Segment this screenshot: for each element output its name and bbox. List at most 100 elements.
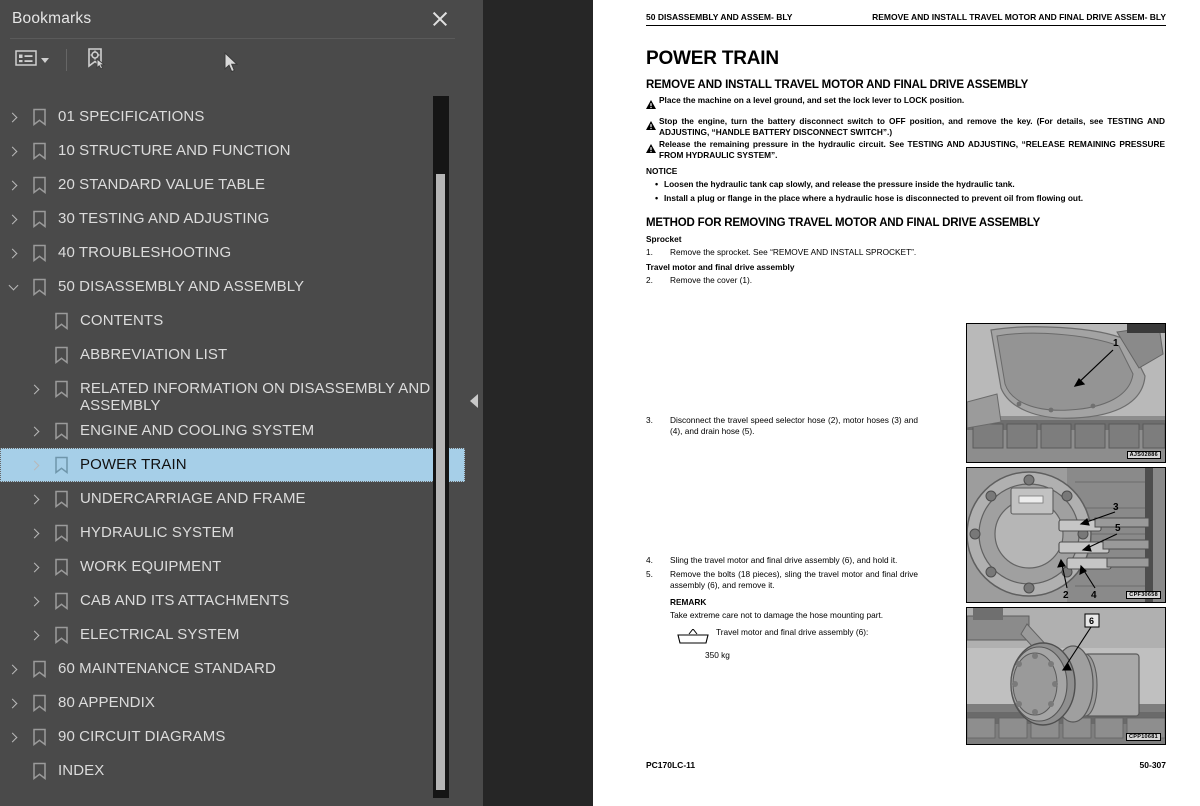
warning-item: Stop the engine, turn the battery discon… (646, 116, 1166, 137)
warning-triangle-icon (646, 116, 659, 135)
pdf-reader-window: Bookmarks 01 SPECIFICATIONS 10 STRUCTURE… (0, 0, 1200, 806)
bookmark-item[interactable]: WORK EQUIPMENT (0, 550, 465, 584)
collapse-left-icon[interactable] (470, 394, 478, 408)
document-viewer[interactable]: 50 DISASSEMBLY AND ASSEM- BLY REMOVE AND… (483, 0, 1200, 806)
bookmark-icon (48, 482, 74, 516)
bookmark-label: CONTENTS (80, 312, 164, 329)
bookmark-item[interactable]: 40 TROUBLESHOOTING (0, 236, 465, 270)
chevron-down-icon[interactable] (0, 270, 26, 304)
warning-list: Place the machine on a level ground, and… (646, 95, 1166, 160)
method-title: METHOD FOR REMOVING TRAVEL MOTOR AND FIN… (646, 216, 1041, 229)
chevron-right-icon[interactable] (22, 516, 48, 550)
running-header-right: REMOVE AND INSTALL TRAVEL MOTOR AND FINA… (872, 12, 1166, 22)
step-number: 4. (646, 555, 653, 566)
bookmark-icon (48, 338, 74, 372)
step3-block: 3. Disconnect the travel speed selector … (646, 415, 918, 555)
chevron-right-icon[interactable] (0, 720, 26, 754)
bookmark-icon (26, 236, 52, 270)
bookmark-icon (26, 652, 52, 686)
bookmark-label: 90 CIRCUIT DIAGRAMS (58, 728, 226, 745)
chevron-down-icon (41, 57, 49, 63)
header-rule (646, 25, 1166, 26)
running-header: 50 DISASSEMBLY AND ASSEM- BLY REMOVE AND… (646, 12, 1166, 23)
svg-text:6: 6 (1089, 616, 1094, 626)
chevron-right-icon[interactable] (22, 372, 48, 406)
warning-text: Release the remaining pressure in the hy… (659, 139, 1165, 160)
bookmark-item[interactable]: CONTENTS (0, 304, 465, 338)
chevron-right-icon[interactable] (22, 414, 48, 448)
bookmark-icon (26, 720, 52, 754)
subheading-assembly: Travel motor and final drive assembly (646, 262, 795, 273)
bookmark-label: HYDRAULIC SYSTEM (80, 524, 235, 541)
bookmark-item[interactable]: 10 STRUCTURE AND FUNCTION (0, 134, 465, 168)
bookmark-item[interactable]: ABBREVIATION LIST (0, 338, 465, 372)
cover-photo-image: 1 (967, 324, 1165, 462)
bookmark-item[interactable]: RELATED INFORMATION ON DISASSEMBLY AND A… (0, 372, 465, 414)
chevron-right-icon[interactable] (0, 236, 26, 270)
bookmark-item[interactable]: ENGINE AND COOLING SYSTEM (0, 414, 465, 448)
close-icon[interactable] (429, 8, 451, 30)
chevron-right-icon[interactable] (22, 448, 48, 482)
bookmark-item[interactable]: HYDRAULIC SYSTEM (0, 516, 465, 550)
bookmarks-panel: Bookmarks 01 SPECIFICATIONS 10 STRUCTURE… (0, 0, 465, 806)
warning-text: Place the machine on a level ground, and… (659, 95, 965, 105)
bookmark-label: 50 DISASSEMBLY AND ASSEMBLY (58, 278, 305, 295)
bookmark-item[interactable]: UNDERCARRIAGE AND FRAME (0, 482, 465, 516)
bookmark-item[interactable]: 20 STANDARD VALUE TABLE (0, 168, 465, 202)
bookmark-label: RELATED INFORMATION ON DISASSEMBLY AND A… (80, 380, 431, 414)
sidebar-scrollbar-thumb[interactable] (436, 174, 445, 790)
bookmark-icon (26, 270, 52, 304)
notice-item: • Install a plug or flange in the place … (646, 193, 1166, 204)
step-item: 2. Remove the cover (1). (646, 275, 918, 286)
chevron-right-icon[interactable] (22, 482, 48, 516)
bookmark-item[interactable]: 60 MAINTENANCE STANDARD (0, 652, 465, 686)
bookmark-item[interactable]: 50 DISASSEMBLY AND ASSEMBLY (0, 270, 465, 304)
chevron-right-icon[interactable] (22, 550, 48, 584)
bookmark-label: UNDERCARRIAGE AND FRAME (80, 490, 306, 507)
bookmark-icon (26, 754, 52, 788)
page-footer: PC170LC-11 50-307 (646, 760, 1166, 770)
chevron-right-icon[interactable] (22, 584, 48, 618)
sidebar-scrollbar[interactable] (433, 96, 449, 798)
bookmark-icon (48, 584, 74, 618)
panel-splitter[interactable] (465, 0, 483, 806)
bookmark-item[interactable]: 01 SPECIFICATIONS (0, 100, 465, 134)
warning-item: Release the remaining pressure in the hy… (646, 139, 1166, 160)
bookmark-item[interactable]: POWER TRAIN (0, 448, 465, 482)
bullet-icon: • (655, 179, 659, 190)
bookmark-label: 10 STRUCTURE AND FUNCTION (58, 142, 291, 159)
bookmark-label: 20 STANDARD VALUE TABLE (58, 176, 266, 193)
bookmark-item[interactable]: 30 TESTING AND ADJUSTING (0, 202, 465, 236)
chevron-right-icon[interactable] (0, 100, 26, 134)
figure-code: CPP10681 (1125, 733, 1161, 741)
chevron-right-icon[interactable] (22, 618, 48, 652)
bookmark-icon (48, 516, 74, 550)
footer-page-number: 50-307 (1139, 760, 1166, 770)
bookmark-item[interactable]: CAB AND ITS ATTACHMENTS (0, 584, 465, 618)
chevron-right-icon[interactable] (0, 652, 26, 686)
step-item: 5. Remove the bolts (18 pieces), sling t… (646, 569, 918, 591)
bookmark-item[interactable]: ELECTRICAL SYSTEM (0, 618, 465, 652)
travel-motor-hoses-photo: 3 5 2 4 CPF30658 (966, 467, 1166, 603)
locate-bookmark-button[interactable] (81, 43, 111, 78)
chevron-right-icon[interactable] (0, 202, 26, 236)
bookmark-label: 80 APPENDIX (58, 694, 155, 711)
bookmark-label: 01 SPECIFICATIONS (58, 108, 205, 125)
chevron-right-icon[interactable] (0, 134, 26, 168)
step-text: Remove the cover (1). (670, 275, 753, 286)
svg-text:1: 1 (1113, 338, 1119, 349)
bookmark-item[interactable]: 80 APPENDIX (0, 686, 465, 720)
bookmark-item[interactable]: 90 CIRCUIT DIAGRAMS (0, 720, 465, 754)
remark-text: Take extreme care not to damage the hose… (670, 609, 884, 620)
cover-photo: 1 AJS02886 (966, 323, 1166, 463)
step-text: Remove the bolts (18 pieces), sling the … (670, 569, 918, 590)
step-item: 4. Sling the travel motor and final driv… (646, 555, 918, 566)
bookmark-icon (48, 618, 74, 652)
step-item: 1. Remove the sprocket. See “REMOVE AND … (646, 247, 1166, 258)
list-options-button[interactable] (12, 46, 52, 75)
bookmarks-tree[interactable]: 01 SPECIFICATIONS 10 STRUCTURE AND FUNCTI… (0, 92, 465, 806)
chevron-right-icon[interactable] (0, 686, 26, 720)
bookmark-item[interactable]: INDEX (0, 754, 465, 788)
chevron-right-icon[interactable] (0, 168, 26, 202)
locate-bookmark-icon (84, 46, 108, 75)
